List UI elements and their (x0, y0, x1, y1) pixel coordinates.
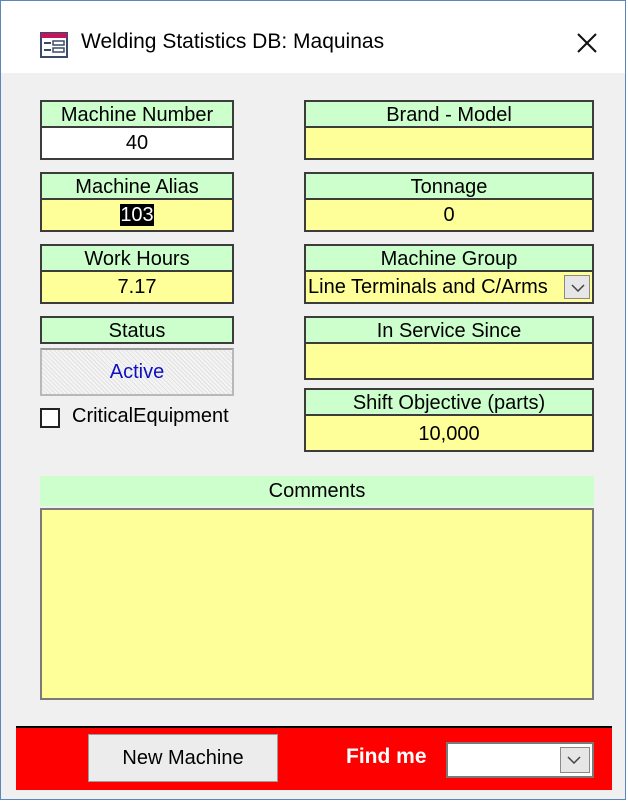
machine-alias-field[interactable]: 103 (40, 200, 234, 232)
find-me-combo[interactable] (446, 742, 594, 778)
machine-number-field[interactable]: 40 (40, 128, 234, 160)
shift-objective-label: Shift Objective (parts) (304, 388, 594, 416)
tonnage-label: Tonnage (304, 172, 594, 200)
close-icon[interactable] (569, 25, 605, 61)
find-me-dropdown-button[interactable] (560, 747, 590, 773)
critical-equipment-label: CriticalEquipment (72, 405, 229, 427)
brand-model-label: Brand - Model (304, 100, 594, 128)
comments-textarea[interactable] (40, 508, 594, 700)
brand-model-field[interactable] (304, 128, 594, 160)
status-label: Status (40, 316, 234, 344)
form-icon (40, 32, 68, 58)
in-service-since-label: In Service Since (304, 316, 594, 344)
status-button[interactable]: Active (40, 348, 234, 396)
in-service-since-field[interactable] (304, 344, 594, 380)
chevron-down-icon (567, 756, 581, 764)
tonnage-field[interactable]: 0 (304, 200, 594, 232)
machine-number-label: Machine Number (40, 100, 234, 128)
title-bar: Welding Statistics DB: Maquinas (1, 1, 625, 73)
machine-group-combo[interactable]: Line Terminals and C/Arms (304, 272, 594, 304)
new-machine-button[interactable]: New Machine (88, 734, 278, 782)
chevron-down-icon (571, 284, 585, 292)
work-hours-label: Work Hours (40, 244, 234, 272)
find-me-label: Find me (346, 745, 427, 768)
machine-alias-label: Machine Alias (40, 172, 234, 200)
work-hours-field[interactable]: 7.17 (40, 272, 234, 304)
machine-group-dropdown-button[interactable] (564, 275, 590, 299)
machine-alias-selected-text: 103 (120, 204, 154, 226)
critical-equipment-checkbox[interactable] (40, 408, 60, 428)
machine-group-label: Machine Group (304, 244, 594, 272)
machine-group-value: Line Terminals and C/Arms (308, 276, 548, 298)
shift-objective-field[interactable]: 10,000 (304, 416, 594, 452)
comments-label: Comments (40, 476, 594, 506)
window-title: Welding Statistics DB: Maquinas (81, 30, 385, 53)
